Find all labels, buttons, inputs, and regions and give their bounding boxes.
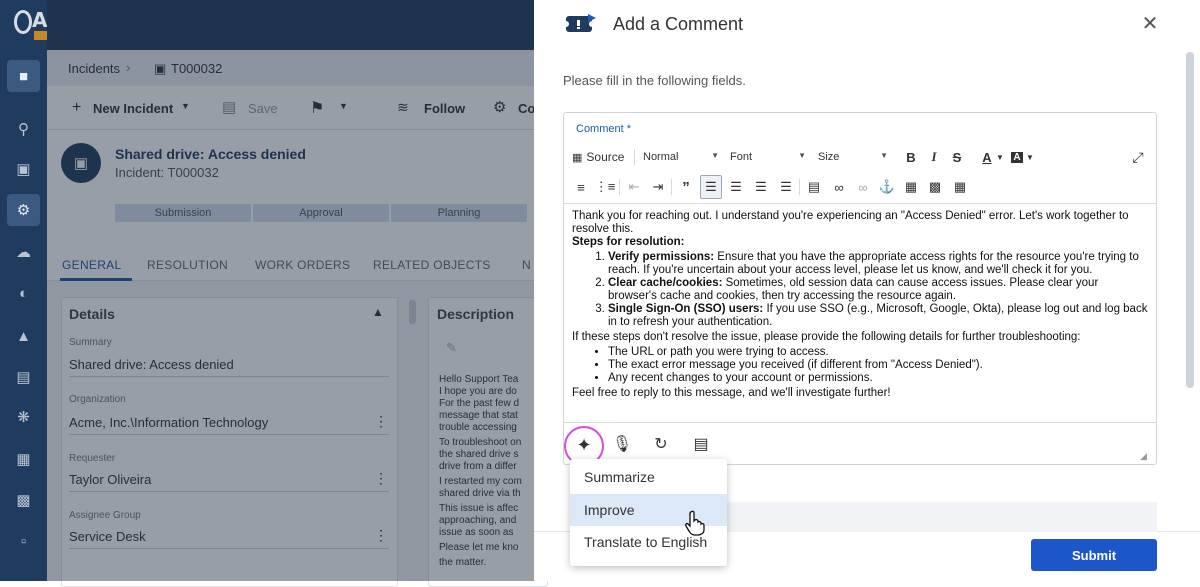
dropdown-arrow-icon: ▼ — [880, 151, 888, 160]
font-value: Font — [730, 151, 753, 163]
source-label: Source — [586, 150, 625, 164]
format-select[interactable]: Normal ▼ — [643, 145, 723, 169]
bold-icon[interactable]: B — [900, 145, 922, 169]
step-title: Verify permissions: — [608, 251, 715, 263]
source-button[interactable]: ▦ Source — [572, 145, 632, 169]
step-title: Single Sign-On (SSO) users: — [608, 303, 764, 315]
puzzle-icon[interactable]: ▦ — [7, 443, 40, 475]
submit-button[interactable]: Submit — [1031, 539, 1157, 571]
page-break-icon[interactable]: ▤ — [803, 175, 825, 199]
close-icon[interactable]: ✕ — [1138, 12, 1162, 36]
ai-sparkle-icon[interactable]: ✦ — [572, 433, 596, 457]
anchor-icon[interactable]: ⚓ — [876, 175, 898, 199]
maximize-icon[interactable]: ⤢ — [1127, 145, 1149, 169]
decrease-indent-icon[interactable]: ⇤ — [623, 175, 645, 199]
step-item: Single Sign-On (SSO) users: If you use S… — [608, 303, 1148, 329]
resize-handle-icon[interactable]: ◢ — [1140, 451, 1150, 461]
editor-toolbar-row-2: ≡ ⋮≡ ⇤ ⇥ ” ☰ ☰ ☰ ☰ ▤ ∞ ∞ ⚓ ▦ ▩ ▦ — [570, 175, 1152, 199]
italic-icon[interactable]: I — [923, 145, 945, 169]
align-left-icon[interactable]: ☰ — [700, 175, 722, 199]
steps-heading: Steps for resolution: — [572, 236, 685, 248]
comment-label: Comment * — [576, 123, 632, 135]
shapes-icon[interactable]: ▲ — [7, 320, 40, 352]
toolbar-separator — [634, 149, 635, 165]
panel-title: Add a Comment — [613, 14, 744, 34]
menu-item-summarize[interactable]: Summarize — [570, 461, 727, 493]
building-icon[interactable]: ▩ — [7, 484, 40, 516]
editor-toolbar-row-1: ▦ Source Normal ▼ Font ▼ Size ▼ B I S A … — [570, 145, 1152, 169]
source-icon: ▦ — [572, 151, 583, 164]
numbered-list-icon[interactable]: ≡ — [570, 175, 592, 199]
comment-intro: Thank you for reaching out. I understand… — [572, 210, 1129, 235]
comment-body[interactable]: Thank you for reaching out. I understand… — [564, 203, 1156, 423]
step-item: Clear cache/cookies: Sometimes, old sess… — [608, 277, 1148, 303]
toolbar-separator — [671, 179, 672, 195]
link-icon[interactable]: ∞ — [828, 175, 850, 199]
dropdown-arrow-icon[interactable]: ▼ — [996, 145, 1004, 169]
network-icon[interactable]: ❋ — [7, 401, 40, 433]
comment-ticket-icon — [566, 14, 596, 32]
toolbar-separator — [799, 179, 800, 195]
ticket-icon[interactable]: ▣ — [7, 153, 40, 185]
bulleted-list-icon[interactable]: ⋮≡ — [594, 175, 616, 199]
attachment-row — [726, 502, 1157, 532]
image-icon[interactable]: ▦ — [900, 175, 922, 199]
size-select[interactable]: Size ▼ — [818, 145, 892, 169]
microphone-icon[interactable]: 🎙 — [610, 433, 634, 457]
format-value: Normal — [643, 151, 679, 163]
background-color-icon[interactable]: A — [1006, 145, 1028, 169]
dashboard-icon[interactable]: ◐ — [7, 277, 40, 309]
settings-cycle-icon[interactable]: ⚙ — [7, 194, 40, 226]
size-value: Size — [818, 151, 840, 163]
details-item: The exact error message you received (if… — [608, 359, 1148, 372]
unlink-icon[interactable]: ∞ — [852, 175, 874, 199]
dropdown-arrow-icon[interactable]: ▼ — [1026, 145, 1034, 169]
font-select[interactable]: Font ▼ — [730, 145, 810, 169]
comment-editor: Comment * ▦ Source Normal ▼ Font ▼ Size … — [563, 112, 1157, 466]
step-title: Clear cache/cookies: — [608, 277, 723, 289]
embed-icon[interactable]: ▩ — [924, 175, 946, 199]
panel-instructions: Please fill in the following fields. — [563, 73, 746, 88]
insert-template-icon[interactable]: ▤ — [689, 433, 713, 457]
table-icon[interactable]: ▦ — [949, 175, 971, 199]
inbox-icon[interactable]: ▫ — [7, 525, 40, 557]
folder-icon[interactable]: ■ — [7, 60, 40, 92]
modal-backdrop[interactable] — [47, 0, 534, 581]
strikethrough-icon[interactable]: S — [946, 145, 968, 169]
closing-text: Feel free to reply to this message, and … — [572, 387, 891, 399]
rewrite-icon[interactable]: ↻ — [649, 433, 673, 457]
panel-header: Add a Comment ✕ — [534, 0, 1200, 50]
steps-list: Verify permissions: Ensure that you have… — [608, 251, 1148, 329]
logo-mark-icon — [14, 10, 32, 34]
dropdown-arrow-icon: ▼ — [711, 151, 719, 160]
details-item: Any recent changes to your account or pe… — [608, 372, 1148, 385]
step-item: Verify permissions: Ensure that you have… — [608, 251, 1148, 277]
toolbar-separator — [619, 179, 620, 195]
blockquote-icon[interactable]: ” — [675, 175, 697, 199]
panel-scrollbar[interactable] — [1186, 52, 1194, 388]
hand-cursor-icon — [685, 510, 705, 536]
increase-indent-icon[interactable]: ⇥ — [647, 175, 669, 199]
dropdown-arrow-icon: ▼ — [798, 151, 806, 160]
align-center-icon[interactable]: ☰ — [725, 175, 747, 199]
cloud-gear-icon[interactable]: ☁ — [7, 236, 40, 268]
cart-icon[interactable]: ▤ — [7, 361, 40, 393]
align-right-icon[interactable]: ☰ — [750, 175, 772, 199]
justify-icon[interactable]: ☰ — [775, 175, 797, 199]
search-icon[interactable]: ⚲ — [7, 113, 40, 145]
followup-text: If these steps don't resolve the issue, … — [572, 331, 1081, 343]
details-list: The URL or path you were trying to acces… — [608, 346, 1148, 385]
text-color-icon[interactable]: A — [976, 145, 998, 169]
details-item: The URL or path you were trying to acces… — [608, 346, 1148, 359]
